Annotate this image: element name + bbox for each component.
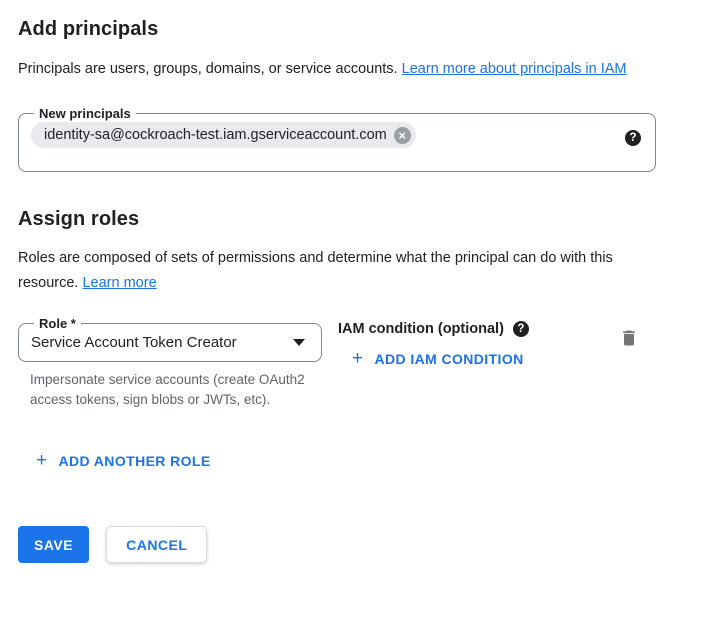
principals-description: Principals are users, groups, domains, o…: [18, 57, 668, 82]
add-principals-panel: Add principals Principals are users, gro…: [0, 0, 713, 563]
iam-condition-help-icon[interactable]: ?: [513, 321, 529, 337]
page-title: Add principals: [18, 18, 695, 41]
chip-remove-icon[interactable]: ×: [394, 127, 411, 144]
role-label: Role *: [34, 316, 81, 331]
principal-chip: identity-sa@cockroach-test.iam.gservicea…: [31, 122, 416, 148]
assign-roles-title: Assign roles: [18, 208, 695, 231]
role-row: Role * Service Account Token Creator Imp…: [18, 316, 695, 409]
principal-chip-value: identity-sa@cockroach-test.iam.gservicea…: [44, 127, 387, 143]
new-principals-help-icon[interactable]: ?: [625, 130, 641, 146]
plus-icon: +: [352, 352, 364, 366]
trash-icon: [619, 328, 639, 348]
add-iam-condition-label: ADD IAM CONDITION: [375, 351, 524, 367]
dropdown-arrow-icon: [293, 339, 305, 346]
add-iam-condition-button[interactable]: + ADD IAM CONDITION: [352, 351, 524, 367]
role-column: Role * Service Account Token Creator Imp…: [18, 316, 322, 409]
learn-more-roles-link[interactable]: Learn more: [82, 275, 156, 291]
learn-more-principals-link[interactable]: Learn more about principals in IAM: [402, 61, 627, 77]
iam-condition-label: IAM condition (optional): [338, 321, 504, 337]
role-helper-text: Impersonate service accounts (create OAu…: [30, 370, 314, 409]
add-another-role-label: ADD ANOTHER ROLE: [59, 453, 211, 469]
role-selected-value: Service Account Token Creator: [31, 334, 237, 351]
dialog-actions: SAVE CANCEL: [18, 526, 695, 563]
save-button[interactable]: SAVE: [18, 526, 89, 563]
new-principals-field[interactable]: New principals identity-sa@cockroach-tes…: [18, 106, 656, 172]
plus-icon: +: [36, 454, 48, 468]
iam-condition-section: IAM condition (optional) ? + ADD IAM CON…: [338, 316, 619, 369]
cancel-button[interactable]: CANCEL: [106, 526, 207, 563]
delete-role-button[interactable]: [619, 328, 639, 348]
principals-description-text: Principals are users, groups, domains, o…: [18, 61, 402, 77]
add-another-role-button[interactable]: + ADD ANOTHER ROLE: [36, 453, 211, 469]
role-select[interactable]: Role * Service Account Token Creator: [18, 316, 322, 362]
assign-roles-description: Roles are composed of sets of permission…: [18, 246, 638, 296]
new-principals-label: New principals: [34, 106, 136, 121]
